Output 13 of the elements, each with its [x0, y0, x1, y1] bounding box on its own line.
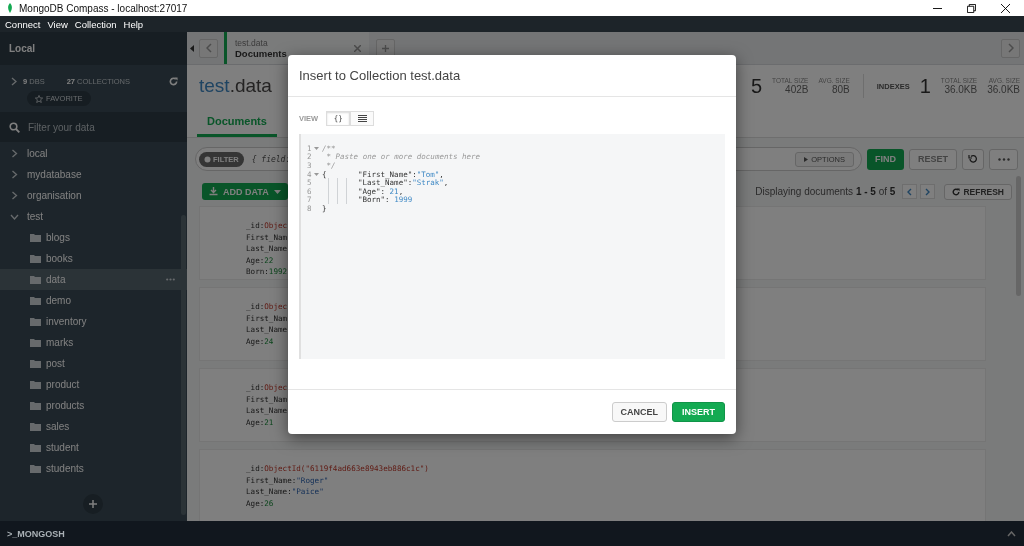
connection-name: Local [9, 43, 36, 54]
window-title: MongoDB Compass - localhost:27017 [19, 2, 188, 14]
tab-title: Documents [235, 47, 287, 59]
size-value: 36.0KB [944, 84, 978, 95]
size-value: 36.0KB [987, 84, 1020, 95]
pagination-text: Displaying documents 1 - 5 of 5 [755, 186, 896, 197]
size-value: 80B [831, 84, 850, 95]
tab-namespace: test.data [235, 37, 268, 48]
size-value: 402B [785, 84, 809, 95]
documents-count: 5 [750, 74, 763, 98]
indexes-count: 1 [919, 74, 931, 98]
collection-title: test.data [199, 75, 272, 97]
dialog-title: Insert to Collection test.data [299, 68, 461, 83]
